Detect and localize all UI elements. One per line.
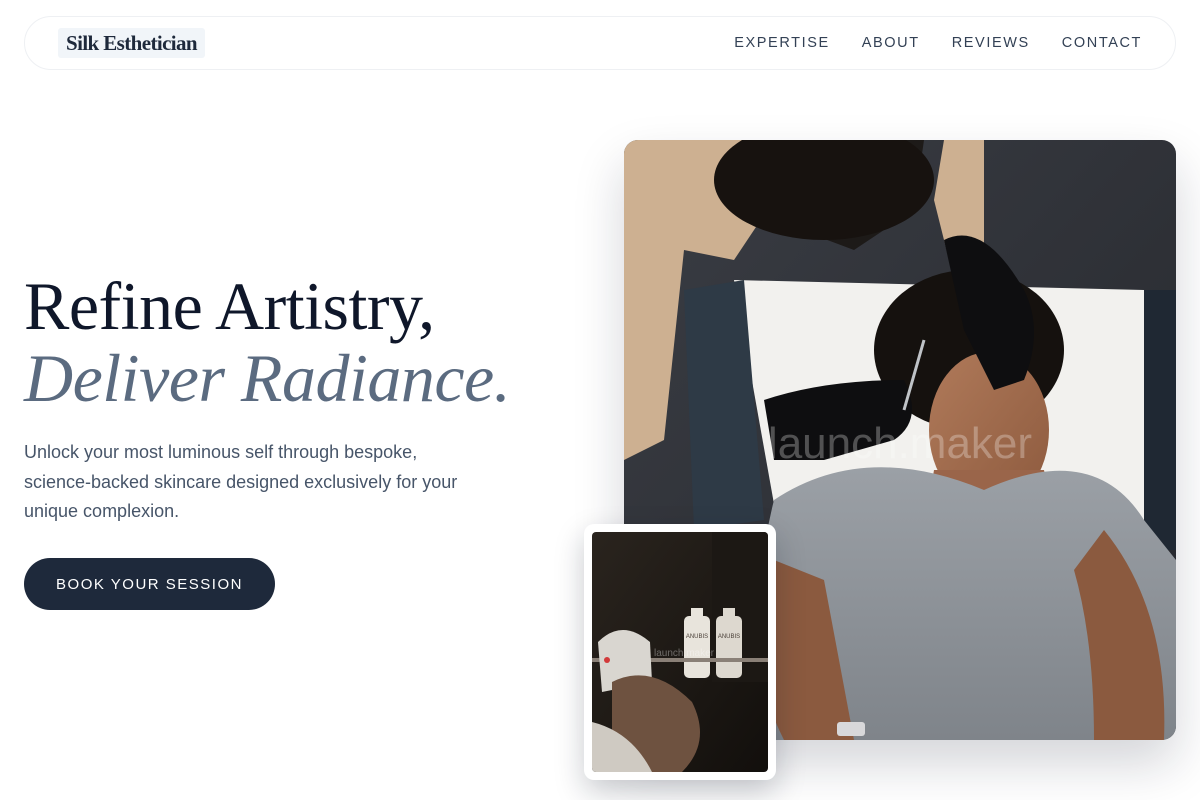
hero-description: Unlock your most luminous self through b…	[24, 442, 458, 521]
site-header: Silk Esthetician EXPERTISE ABOUT REVIEWS…	[24, 16, 1176, 70]
hero-secondary-image-card: ANUBIS ANUBIS launch.maker	[584, 524, 776, 780]
book-session-button[interactable]: BOOK YOUR SESSION	[24, 558, 275, 610]
watermark-text: launch.maker	[768, 419, 1032, 468]
watermark-text-small: launch.maker	[654, 648, 715, 659]
nav-link-reviews[interactable]: REVIEWS	[952, 35, 1030, 51]
bottle-label-1: ANUBIS	[686, 634, 708, 640]
hero-title: Refine Artistry, Deliver Radiance.	[24, 268, 511, 416]
hero-title-line2: Deliver Radiance.	[24, 340, 511, 416]
bottle-label-2: ANUBIS	[718, 634, 740, 640]
nav-link-expertise[interactable]: EXPERTISE	[734, 35, 830, 51]
hero-title-line1: Refine Artistry,	[24, 268, 435, 344]
nav-link-contact[interactable]: CONTACT	[1062, 35, 1142, 51]
nav-link-about[interactable]: ABOUT	[862, 35, 920, 51]
brand-logo[interactable]: Silk Esthetician	[58, 28, 206, 58]
skincare-products-photo: ANUBIS ANUBIS launch.maker	[592, 532, 768, 772]
hero-secondary-image: ANUBIS ANUBIS launch.maker	[592, 532, 768, 772]
main-nav: EXPERTISE ABOUT REVIEWS CONTACT	[734, 35, 1142, 51]
landing-page: Silk Esthetician EXPERTISE ABOUT REVIEWS…	[0, 0, 1200, 800]
